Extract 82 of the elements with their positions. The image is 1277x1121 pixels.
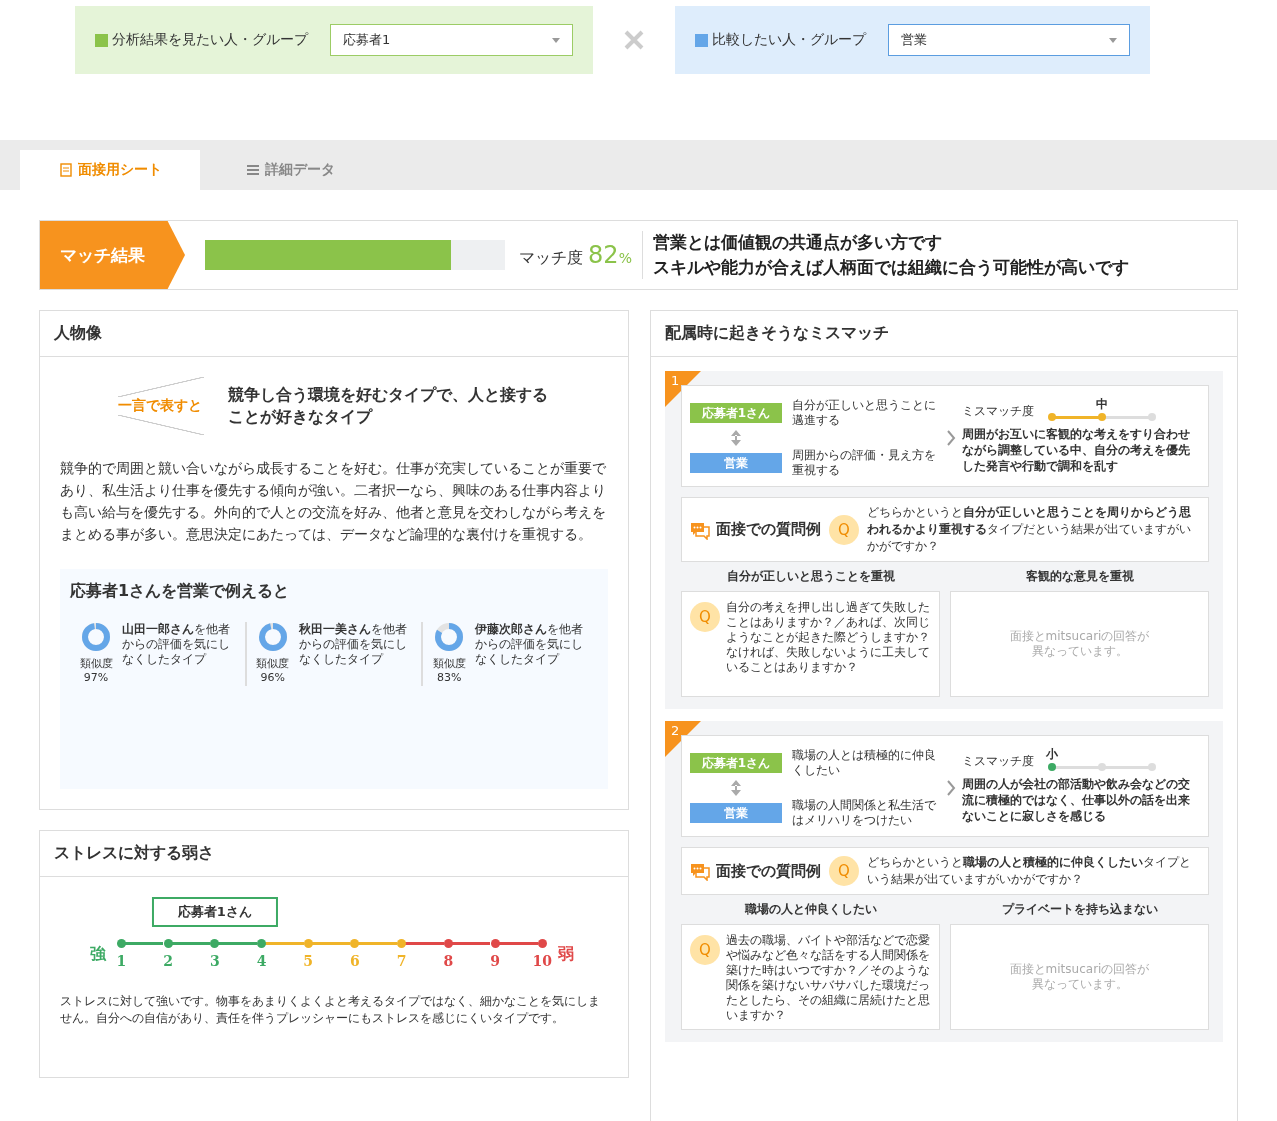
description: ストレスに対して強いです。物事をあまりくよくよと考えるタイプではなく、細かなことを気にしません。自分への自信があり、責任を伴うプレッシャーにもストレスを感じにくいタイプです。 xyxy=(60,993,601,1027)
example-text: 秋田一美さんを他者からの評価を気にしなくしたタイプ xyxy=(298,622,408,668)
question-title: 面接での質問例 xyxy=(716,520,821,539)
q-badge: Q xyxy=(829,856,859,886)
selector-label: 分析結果を見たい人・グループ xyxy=(112,31,308,49)
q-badge: Q xyxy=(829,514,859,545)
scale-number: 5 xyxy=(303,953,314,969)
list-icon xyxy=(245,163,260,177)
scale-number: 6 xyxy=(350,953,360,969)
weak-label: 弱 xyxy=(558,943,574,965)
trait-text: 職場の人間関係と私生活ではメリハリをつけたい xyxy=(792,798,937,828)
group-tag: 営業 xyxy=(690,453,782,473)
document-icon xyxy=(58,163,73,177)
example-title: 応募者1さんを営業で例えると xyxy=(70,581,291,602)
donut-chart-icon xyxy=(257,622,288,652)
scale-number: 8 xyxy=(443,953,454,969)
note-text: 面接とmitsucariの回答が異なっています。 xyxy=(1009,962,1150,992)
answer-heading: 職場の人と仲良くしたい xyxy=(743,901,878,918)
match-score: マッチ度 82% xyxy=(519,241,632,269)
chevron-icon xyxy=(946,780,956,796)
applicant-tag: 応募者1さん xyxy=(690,753,782,773)
scale-number: 7 xyxy=(396,953,407,969)
match-badge: マッチ結果 xyxy=(40,221,185,289)
donut-chart-icon xyxy=(81,622,111,652)
dropdown[interactable]: 営業 xyxy=(888,24,1130,56)
similarity-value: 96% xyxy=(260,671,285,684)
similarity-label: 類似度 xyxy=(256,656,290,671)
updown-arrow-icon xyxy=(731,780,741,796)
similarity-value: 83% xyxy=(437,671,462,684)
trait-text: 周囲からの評価・見え方を重視する xyxy=(792,448,937,478)
scale-number: 4 xyxy=(256,953,267,969)
mismatch-label: ミスマッチ度 xyxy=(962,402,1034,420)
dropdown[interactable]: 応募者1 xyxy=(330,24,573,56)
chevron-icon xyxy=(946,430,956,446)
description: 競争的で周囲と競い合いながら成長することを好む。仕事が充実していることが重要であり、私生活より仕事を優先する傾向が強い。二者択一なら、興味のある仕事内容よりも高い給与を優先する。外向的で人との交流を好み、他者と意見を交わしながら考えをまとめる事が多い。意思決定にあたっては、データなど論理的な裏付けを重視する。 xyxy=(60,459,607,544)
group-tag: 営業 xyxy=(690,803,782,823)
scale-number: 1 xyxy=(116,953,127,969)
example-text: 伊藤次郎さんを他者からの評価を気にしなくしたタイプ xyxy=(475,622,585,668)
note-text: 面接とmitsucariの回答が異なっています。 xyxy=(1009,629,1150,659)
scale-dot xyxy=(1048,412,1056,421)
answer-heading: プライベートを持ち込まない xyxy=(1000,901,1159,918)
answer-heading: 客観的な意見を重視 xyxy=(1024,568,1135,585)
answer-heading: 自分が正しいと思うことを重視 xyxy=(725,568,896,585)
caret-icon xyxy=(552,37,560,43)
chat-icon xyxy=(690,861,710,881)
similarity-value: 97% xyxy=(83,671,109,684)
panel-title: 配属時に起きそうなミスマッチ xyxy=(651,311,1237,357)
mismatch-degree: 小 xyxy=(1046,745,1058,763)
effect-text: 周囲の人が会社の部活動や飲み会などの交流に積極的ではなく、仕事以外の話を出来ないことに寂しさを感じる xyxy=(962,775,1191,824)
trait-text: 職場の人とは積極的に仲良くしたい xyxy=(792,748,937,778)
panel-title: ストレスに対する弱さ xyxy=(40,831,628,877)
question-text: どちらかというと自分が正しいと思うことを周りからどう思われるかより重視するタイプだという結果が出ていますがいかがですか？ xyxy=(867,504,1192,555)
scale-number: 10 xyxy=(532,953,552,969)
cross-icon xyxy=(623,29,645,51)
caret-icon xyxy=(1109,37,1117,43)
similarity-label: 類似度 xyxy=(79,656,113,671)
q-badge: Q xyxy=(690,602,720,632)
effect-text: 周囲がお互いに客観的な考えをすり合わせながら調整している中、自分の考えを優先した発言や行動で調和を乱す xyxy=(962,425,1191,474)
question-title: 面接での質問例 xyxy=(716,861,821,881)
scale-number: 9 xyxy=(490,953,500,969)
q-badge: Q xyxy=(690,935,720,965)
summary-line: 営業とは価値観の共通点が多い方です xyxy=(652,231,943,254)
strong-label: 強 xyxy=(90,943,106,965)
applicant-tag: 応募者1さん xyxy=(690,403,782,423)
tagline-label: 一言で表すと xyxy=(118,377,204,435)
example-text: 山田一郎さんを他者からの評価を気にしなくしたタイプ xyxy=(122,622,231,668)
mismatch-degree: 中 xyxy=(1096,395,1108,413)
similarity-label: 類似度 xyxy=(432,656,466,671)
tagline: 競争し合う環境を好むタイプで、人と接することが好きなタイプ xyxy=(228,383,549,428)
trait-text: 自分が正しいと思うことに邁進する xyxy=(792,398,937,428)
mismatch-label: ミスマッチ度 xyxy=(962,752,1034,770)
summary-line: スキルや能力が合えば人柄面では組織に合う可能性が高いです xyxy=(652,256,1129,279)
panel-title: 人物像 xyxy=(40,311,628,357)
answer-question: 自分の考えを押し出し過ぎて失敗したことはありますか？／あれば、次同じようなことが起きた際どうしますか？なければ、失敗しないように工夫していることはありますか？ xyxy=(726,600,931,675)
scale-number: 2 xyxy=(163,953,173,969)
question-text: どちらかというと職場の人と積極的に仲良くしたいタイプという結果が出ていますがいかがですか？ xyxy=(867,854,1192,888)
scale-number: 3 xyxy=(209,953,220,969)
donut-chart-icon xyxy=(434,622,465,652)
answer-question: 過去の職場、バイトや部活などで恋愛や悩みなど色々な話をする人間関係を築けた時はいつですか？／そのような関係を築けないサバサバした環境だったとしたら、その組織に居続けたと思いますか？ xyxy=(726,933,931,1023)
selector-label: 比較したい人・グループ xyxy=(712,31,866,49)
updown-arrow-icon xyxy=(731,430,741,446)
marker-callout: 応募者1さん xyxy=(151,897,278,927)
